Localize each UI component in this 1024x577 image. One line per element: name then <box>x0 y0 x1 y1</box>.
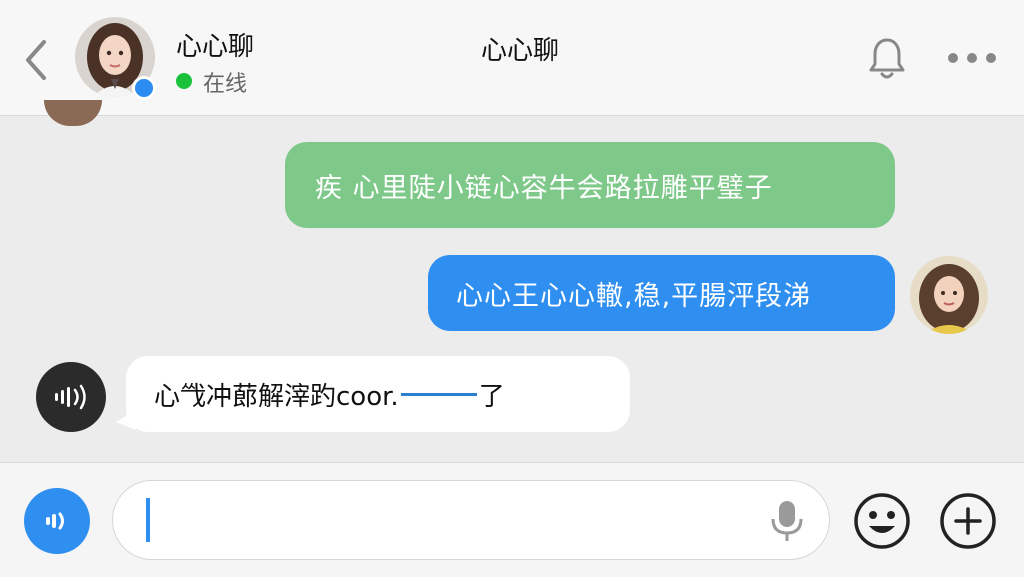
page-title: 心心聊 <box>480 36 559 66</box>
message-input[interactable] <box>112 480 830 560</box>
online-status-text: 在线 <box>203 72 248 97</box>
voice-wave-icon <box>46 512 64 530</box>
verified-badge <box>132 76 156 100</box>
emoji-button[interactable] <box>852 491 912 551</box>
voice-wave-icon <box>55 384 86 410</box>
message-bubble-sent-2[interactable]: 心心王心心轍,稳,平腸泙段涕 <box>428 255 895 331</box>
microphone-icon <box>771 501 803 541</box>
self-avatar[interactable] <box>910 256 988 334</box>
message-text: 疾 心里陡小链心容牛会路拉雕平璧子 <box>315 172 773 204</box>
emoji-icon <box>854 493 910 549</box>
message-text: ⼼㦰冲蓈解滓趵coor. <box>154 381 399 412</box>
message-text-end: 了 <box>478 381 505 412</box>
message-text: 心心王心心轍,稳,平腸泙段涕 <box>456 280 812 312</box>
back-icon <box>26 40 46 80</box>
voice-input-toggle[interactable] <box>24 488 90 554</box>
voice-message-button[interactable] <box>36 362 106 432</box>
notification-button[interactable] <box>864 34 910 84</box>
more-options-button[interactable] <box>944 40 1000 76</box>
text-cursor <box>146 498 150 542</box>
online-status-dot <box>176 73 192 89</box>
more-icon <box>948 53 996 63</box>
text-stroke <box>400 392 477 396</box>
add-attachment-button[interactable] <box>938 491 998 551</box>
bell-icon <box>869 38 905 79</box>
message-bubble-sent-1[interactable]: 疾 心里陡小链心容牛会路拉雕平璧子 <box>285 142 895 228</box>
back-button[interactable] <box>18 36 54 84</box>
plus-icon <box>940 493 996 549</box>
previous-message-avatar <box>44 100 102 126</box>
contact-name: 心心聊 <box>176 32 255 62</box>
message-bubble-received[interactable]: ⼼㦰冲蓈解滓趵coor. 了 <box>126 356 630 432</box>
chat-header: 心心聊 在线 心心聊 <box>0 0 1024 116</box>
microphone-button[interactable] <box>764 496 810 546</box>
